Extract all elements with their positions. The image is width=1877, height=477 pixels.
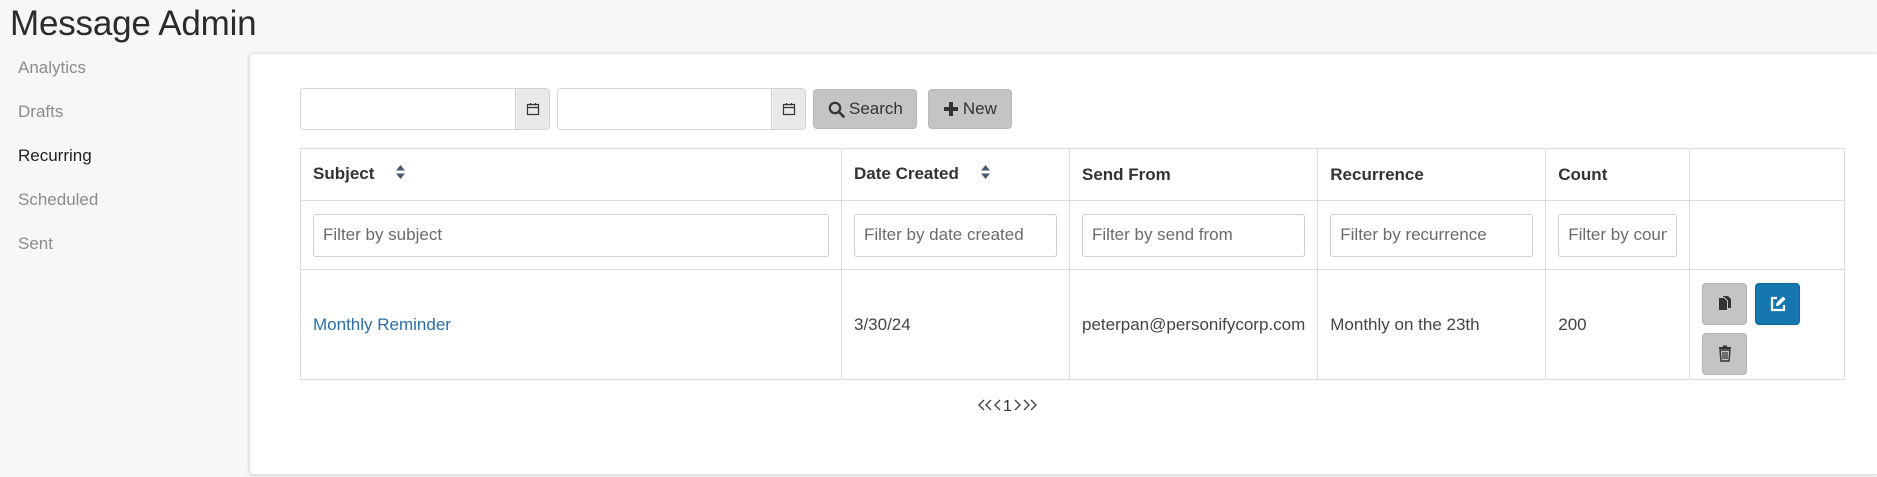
pagination: 1 bbox=[977, 398, 1038, 416]
column-header-recurrence: Recurrence bbox=[1317, 148, 1547, 201]
sort-icon[interactable] bbox=[395, 164, 406, 185]
last-page-button[interactable] bbox=[1022, 398, 1038, 416]
column-header-label: Date Created bbox=[854, 163, 959, 183]
double-chevron-right-icon bbox=[1023, 399, 1037, 411]
sidebar-item-recurring[interactable]: Recurring bbox=[18, 143, 218, 187]
end-date-group bbox=[557, 88, 806, 130]
table-row: Monthly Reminder 3/30/24 peterpan@person… bbox=[300, 269, 1846, 380]
column-header-send-from: Send From bbox=[1068, 148, 1319, 201]
send-from-cell: peterpan@personifycorp.com bbox=[1068, 269, 1319, 380]
column-header-count: Count bbox=[1545, 148, 1691, 201]
main-panel: Search New Subject Date Created Send Fro… bbox=[249, 53, 1877, 475]
filter-actions-cell bbox=[1689, 200, 1846, 270]
recurring-messages-table: Subject Date Created Send From Recurrenc… bbox=[300, 148, 1846, 380]
send-from-filter-input[interactable] bbox=[1082, 213, 1306, 257]
copy-icon bbox=[1718, 295, 1731, 310]
edit-icon bbox=[1770, 296, 1786, 311]
first-page-button[interactable] bbox=[977, 398, 993, 416]
edit-button[interactable] bbox=[1755, 282, 1801, 325]
plus-icon bbox=[943, 101, 959, 117]
page-title: Message Admin bbox=[10, 4, 257, 43]
sidebar-item-drafts[interactable]: Drafts bbox=[18, 99, 218, 143]
delete-button[interactable] bbox=[1702, 332, 1748, 375]
column-header-date-created[interactable]: Date Created bbox=[841, 148, 1070, 201]
calendar-icon bbox=[526, 103, 539, 116]
search-button[interactable]: Search bbox=[813, 89, 917, 129]
row-actions bbox=[1702, 282, 1832, 375]
sidebar-item-analytics[interactable]: Analytics bbox=[18, 55, 218, 99]
chevron-right-icon bbox=[1014, 399, 1021, 411]
duplicate-button[interactable] bbox=[1702, 282, 1748, 325]
end-date-input[interactable] bbox=[558, 89, 771, 129]
search-button-label: Search bbox=[849, 99, 903, 118]
previous-page-button[interactable] bbox=[993, 398, 1003, 416]
count-cell: 200 bbox=[1545, 269, 1691, 380]
column-header-label: Subject bbox=[313, 163, 375, 183]
sidebar: Analytics Drafts Recurring Scheduled Sen… bbox=[18, 55, 218, 275]
subject-link[interactable]: Monthly Reminder bbox=[313, 315, 451, 334]
start-date-calendar-button[interactable] bbox=[515, 89, 549, 129]
column-header-actions bbox=[1689, 148, 1846, 201]
start-date-input[interactable] bbox=[301, 89, 515, 129]
recurrence-cell: Monthly on the 23th bbox=[1317, 269, 1547, 380]
chevron-left-icon bbox=[994, 399, 1001, 411]
new-button[interactable]: New bbox=[927, 89, 1012, 129]
date-created-cell: 3/30/24 bbox=[841, 269, 1070, 380]
subject-filter-input[interactable] bbox=[313, 213, 829, 257]
date-created-filter-input[interactable] bbox=[854, 213, 1057, 257]
column-header-subject[interactable]: Subject bbox=[300, 148, 842, 201]
sidebar-item-sent[interactable]: Sent bbox=[18, 231, 218, 275]
recurrence-filter-input[interactable] bbox=[1330, 213, 1534, 257]
sidebar-item-scheduled[interactable]: Scheduled bbox=[18, 187, 218, 231]
trash-icon bbox=[1718, 345, 1731, 362]
calendar-icon bbox=[782, 103, 795, 116]
count-filter-input[interactable] bbox=[1558, 213, 1678, 257]
current-page-button[interactable]: 1 bbox=[1003, 398, 1012, 416]
start-date-group bbox=[300, 88, 550, 130]
next-page-button[interactable] bbox=[1012, 398, 1022, 416]
search-icon bbox=[828, 101, 845, 118]
end-date-calendar-button[interactable] bbox=[771, 89, 805, 129]
new-button-label: New bbox=[962, 99, 997, 118]
sort-icon[interactable] bbox=[980, 164, 991, 185]
filter-row bbox=[300, 200, 1846, 270]
double-chevron-left-icon bbox=[978, 399, 992, 411]
toolbar: Search New bbox=[300, 88, 1012, 130]
